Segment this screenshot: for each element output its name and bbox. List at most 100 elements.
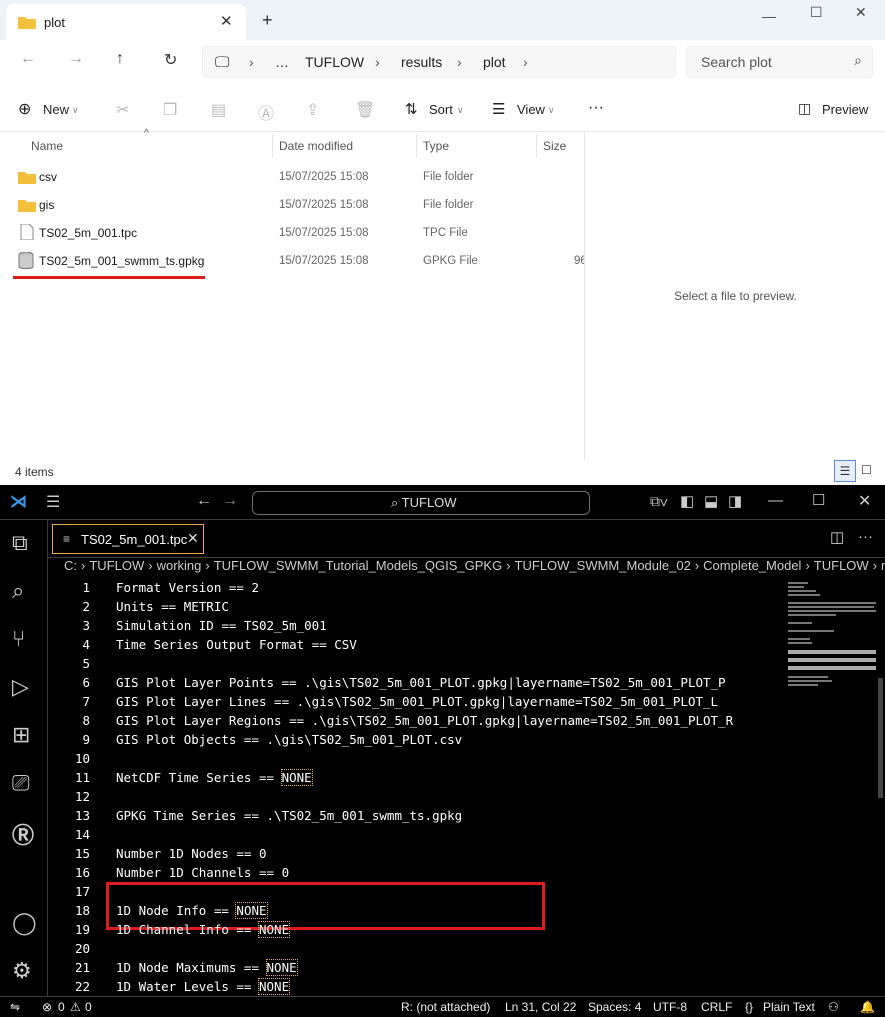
code-line[interactable]: GPKG Time Series == .\TS02_5m_001_swmm_t… [116, 808, 462, 823]
close-icon[interactable]: ✕ [187, 530, 199, 547]
copilot-icon[interactable]: ⚇ [828, 1000, 839, 1014]
address-bar[interactable]: 🖵 › … TUFLOW › results › plot › [202, 46, 676, 78]
code-line[interactable]: 1D Node Info == NONE [116, 902, 268, 919]
delete-icon[interactable]: 🗑 [355, 100, 375, 120]
code-line[interactable]: Number 1D Channels == 0 [116, 865, 289, 880]
code-line[interactable]: GIS Plot Layer Points == .\gis\TS02_5m_0… [116, 675, 726, 690]
code-line[interactable]: NetCDF Time Series == NONE [116, 769, 313, 786]
code-line[interactable]: GIS Plot Layer Lines == .\gis\TS02_5m_00… [116, 694, 718, 709]
cursor-position[interactable]: Ln 31, Col 22 [505, 1000, 576, 1014]
account-icon[interactable]: ◯ [12, 910, 37, 936]
preview-button[interactable]: Preview [822, 102, 868, 117]
line-ending[interactable]: CRLF [701, 1000, 732, 1014]
code-line[interactable]: GIS Plot Objects == .\gis\TS02_5m_001_PL… [116, 732, 462, 747]
file-row[interactable]: csv 15/07/2025 15:08 File folder [0, 163, 584, 191]
code-line[interactable]: Format Version == 2 [116, 580, 259, 595]
breadcrumb-item[interactable]: TUFLOW_SWMM_Module_02 [515, 558, 691, 573]
r-icon[interactable]: Ⓡ [12, 818, 34, 850]
search-icon[interactable]: ⌕ [12, 578, 24, 604]
code-line[interactable]: 1D Node Maximums == NONE [116, 959, 298, 976]
language-mode[interactable]: Plain Text [763, 1000, 815, 1014]
command-center[interactable]: ⌕ TUFLOW [252, 491, 590, 515]
breadcrumb-ellipsis[interactable]: … [275, 54, 289, 70]
r-status[interactable]: R: (not attached) [401, 1000, 490, 1014]
column-name[interactable]: Name [31, 139, 63, 153]
forward-icon[interactable]: → [68, 50, 84, 68]
minimize-icon[interactable]: — [768, 492, 783, 509]
code-line[interactable]: 1D Water Levels == NONE [116, 978, 291, 995]
code-line[interactable]: Time Series Output Format == CSV [116, 637, 357, 652]
maximize-icon[interactable]: ☐ [810, 4, 823, 21]
minimize-icon[interactable]: — [762, 8, 776, 24]
toggle-panel-icon[interactable]: ⬓ [704, 492, 718, 510]
errors-icon[interactable]: ⊗ [42, 1000, 52, 1014]
menu-icon[interactable]: ☰ [46, 492, 60, 512]
search-input[interactable]: Search plot [701, 54, 772, 70]
code-editor[interactable]: 1 Format Version == 2 2 Units == METRIC 3 Sim… [48, 578, 885, 996]
code-line[interactable]: Simulation ID == TS02_5m_001 [116, 618, 327, 633]
forward-icon[interactable]: → [222, 492, 238, 510]
scrollbar[interactable] [878, 678, 883, 798]
settings-gear-icon[interactable]: ⚙ [12, 958, 32, 984]
close-window-icon[interactable]: ✕ [858, 491, 871, 511]
toggle-sidebar-icon[interactable]: ◧ [680, 492, 694, 510]
view-button[interactable]: View [517, 102, 545, 117]
search-box[interactable]: Search plot ⌕ [686, 46, 873, 78]
source-control-icon[interactable]: ⑂ [12, 626, 25, 652]
close-icon[interactable]: ✕ [220, 12, 233, 30]
notifications-icon[interactable]: 🔔 [860, 1000, 875, 1014]
indentation[interactable]: Spaces: 4 [588, 1000, 641, 1014]
column-type[interactable]: Type [423, 139, 449, 153]
warning-count[interactable]: 0 [85, 1000, 92, 1014]
remote-icon[interactable]: ⇋ [10, 1000, 20, 1014]
file-row[interactable]: TS02_5m_001_swmm_ts.gpkg 15/07/2025 15:0… [0, 247, 584, 275]
code-line[interactable]: 1D Channel Info == NONE [116, 921, 291, 938]
breadcrumb-plot[interactable]: plot [483, 54, 506, 70]
encoding[interactable]: UTF-8 [653, 1000, 687, 1014]
sort-button[interactable]: Sort [429, 102, 453, 117]
back-icon[interactable]: ← [20, 50, 36, 68]
details-view-icon[interactable]: ☰ [834, 460, 856, 482]
breadcrumb-item[interactable]: TUFLOW [89, 558, 144, 573]
warning-icon[interactable]: ⚠ [70, 1000, 81, 1014]
tab-plot[interactable]: plot ✕ [6, 4, 246, 40]
breadcrumb-item[interactable]: Complete_Model [703, 558, 801, 573]
file-row[interactable]: TS02_5m_001.tpc 15/07/2025 15:08 TPC Fil… [0, 219, 584, 247]
code-line[interactable]: Number 1D Nodes == 0 [116, 846, 267, 861]
column-size[interactable]: Size [543, 139, 566, 153]
remote-explorer-icon[interactable]: ⎚ [12, 770, 30, 796]
code-line[interactable]: Units == METRIC [116, 599, 229, 614]
breadcrumb-results[interactable]: results [401, 54, 442, 70]
column-date-modified[interactable]: Date modified [279, 139, 353, 153]
toggle-secondary-sidebar-icon[interactable]: ◨ [728, 492, 742, 510]
copy-icon[interactable]: ❐ [163, 100, 177, 120]
minimap[interactable] [788, 578, 878, 688]
split-editor-icon[interactable]: ◫ [830, 528, 844, 546]
paste-icon[interactable]: ▤ [211, 100, 226, 120]
breadcrumb-item[interactable]: TUFLOW [814, 558, 869, 573]
breadcrumb-item[interactable]: C: [64, 558, 77, 573]
copilot-icon[interactable]: ⧉∨ [650, 493, 668, 510]
extensions-icon[interactable]: ⊞ [12, 722, 30, 748]
new-button[interactable]: New [43, 102, 69, 117]
breadcrumb-item[interactable]: working [157, 558, 202, 573]
error-count[interactable]: 0 [58, 1000, 65, 1014]
cut-icon[interactable]: ✂ [116, 100, 129, 120]
new-tab-button[interactable]: + [262, 10, 273, 31]
refresh-icon[interactable]: ↻ [164, 50, 177, 70]
share-icon[interactable]: ⇪ [306, 100, 319, 120]
rename-icon[interactable]: Ⓐ [258, 100, 274, 124]
breadcrumb-item[interactable]: TUFLOW_SWMM_Tutorial_Models_QGIS_GPKG [214, 558, 502, 573]
more-options-button[interactable]: ··· [588, 99, 604, 117]
explorer-icon[interactable]: ⧉ [12, 530, 28, 556]
maximize-icon[interactable]: ☐ [812, 491, 825, 509]
run-debug-icon[interactable]: ▷ [12, 674, 29, 700]
breadcrumb-tuflow[interactable]: TUFLOW [305, 54, 364, 70]
back-icon[interactable]: ← [196, 492, 212, 510]
close-window-icon[interactable]: ✕ [855, 4, 867, 21]
file-row[interactable]: gis 15/07/2025 15:08 File folder [0, 191, 584, 219]
more-actions-icon[interactable]: ··· [858, 528, 873, 545]
up-icon[interactable]: ↑ [116, 50, 124, 68]
tiles-view-icon[interactable]: ☐ [861, 463, 872, 477]
code-line[interactable]: GIS Plot Layer Regions == .\gis\TS02_5m_… [116, 713, 733, 728]
